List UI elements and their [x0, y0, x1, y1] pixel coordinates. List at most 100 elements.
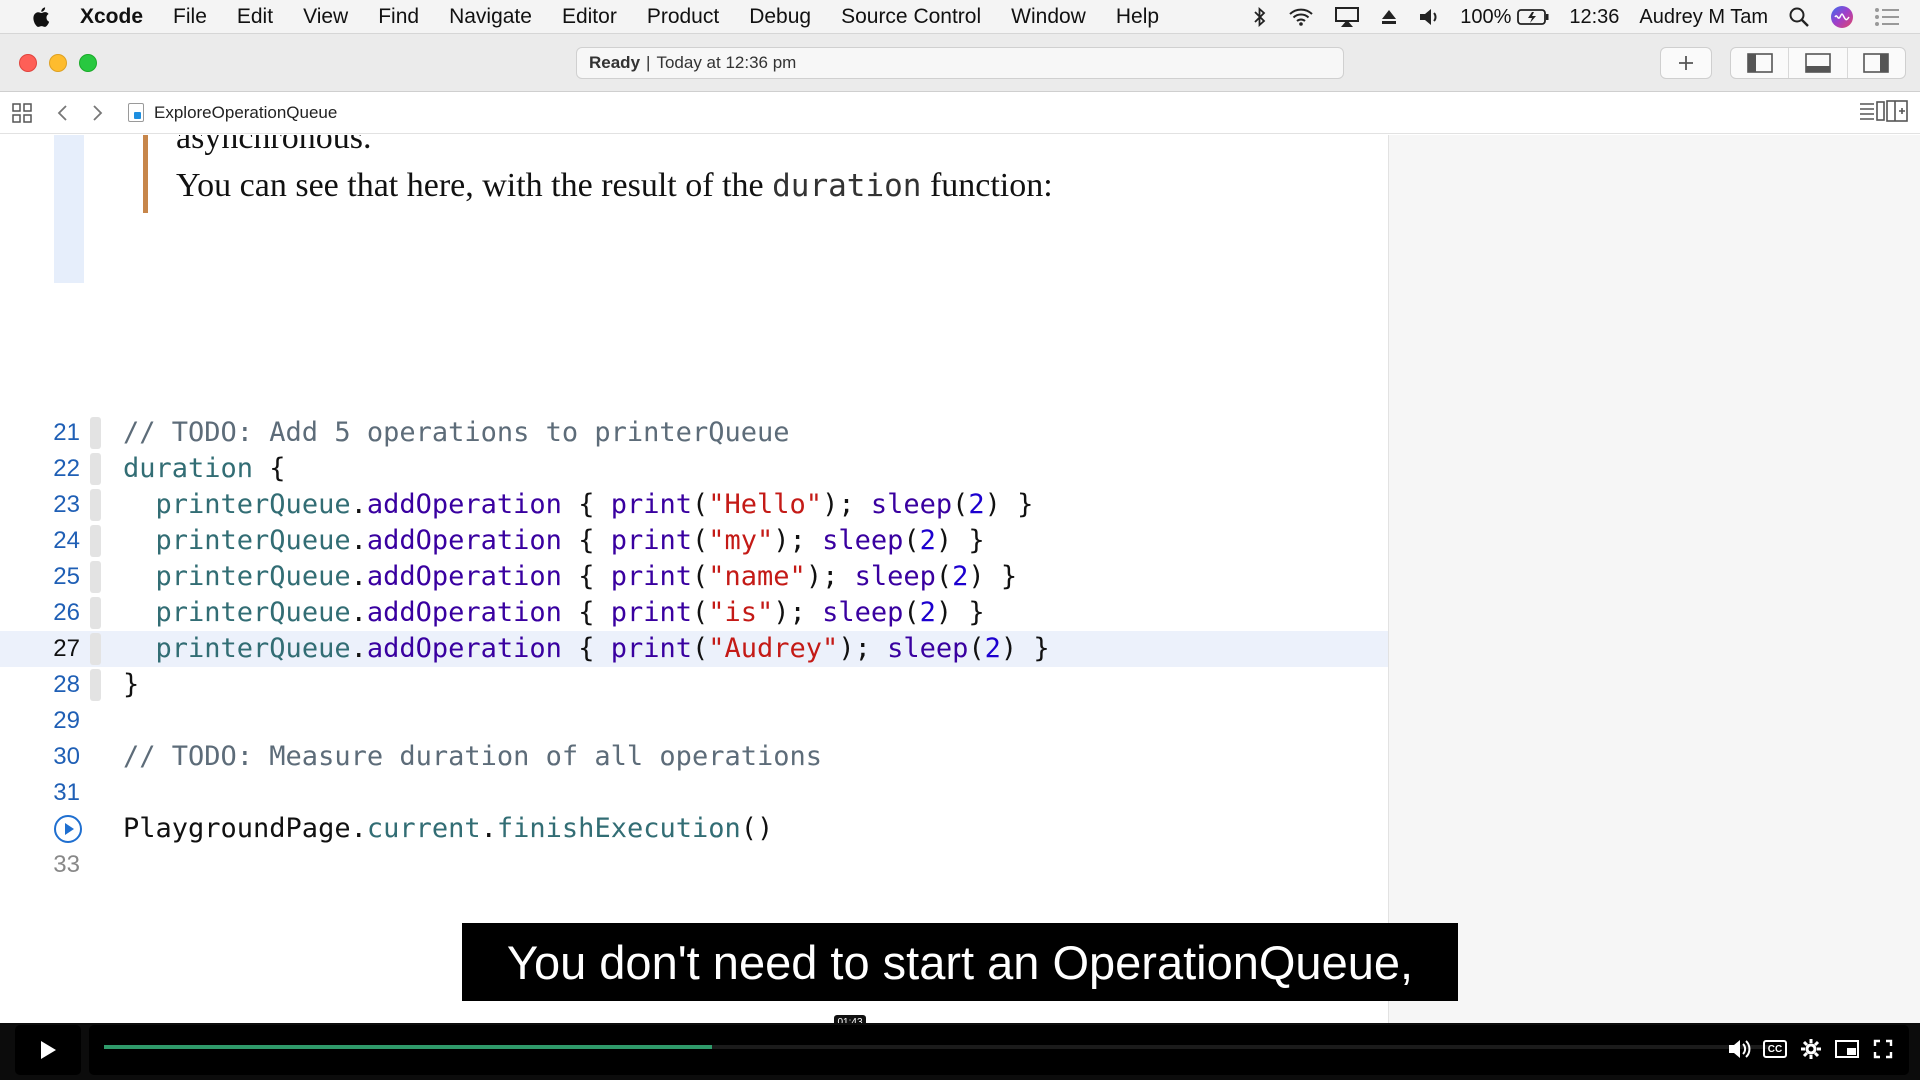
play-icon: [41, 1041, 56, 1059]
line-run-marker[interactable]: [90, 417, 101, 449]
apple-menu-icon[interactable]: [30, 5, 54, 29]
code-line-32: PlaygroundPage.current.finishExecution(): [0, 811, 1388, 847]
code-comment: // TODO: Measure duration of all operati…: [123, 741, 822, 772]
breadcrumb-filename[interactable]: ExploreOperationQueue: [154, 103, 337, 123]
video-player-controls: CC: [0, 1023, 1920, 1080]
line-run-marker[interactable]: [90, 489, 101, 521]
editor-options: [1858, 100, 1908, 122]
battery-icon[interactable]: [1517, 8, 1549, 26]
airplay-icon[interactable]: [1334, 6, 1360, 28]
code-line-23: 23 printerQueue.addOperation { print("He…: [0, 487, 1388, 523]
menu-bar-extras: 100% 12:36 Audrey M Tam: [1252, 0, 1920, 34]
menu-user-name[interactable]: Audrey M Tam: [1639, 6, 1768, 29]
zoom-window-button[interactable]: [79, 54, 97, 72]
markup-prose-cut: asynchronous.: [176, 135, 372, 156]
activity-viewer: Ready | Today at 12:36 pm: [576, 47, 1344, 79]
closed-captions-icon[interactable]: CC: [1763, 1040, 1787, 1058]
menu-app-name[interactable]: Xcode: [80, 5, 143, 29]
plus-icon: [1679, 56, 1693, 70]
status-separator: |: [646, 53, 651, 72]
code-line-25: 25 printerQueue.addOperation { print("na…: [0, 559, 1388, 595]
code-text: printerQueue.addOperation { print("Audre…: [155, 633, 1050, 664]
picture-in-picture-icon[interactable]: [1835, 1037, 1859, 1061]
line-number: 26: [53, 599, 80, 626]
line-number: 33: [53, 851, 80, 878]
related-items-grid-icon[interactable]: [12, 102, 32, 123]
menu-file[interactable]: File: [173, 5, 207, 29]
menu-clock[interactable]: 12:36: [1569, 6, 1619, 29]
minimize-window-button[interactable]: [49, 54, 67, 72]
left-panel-icon: [1746, 53, 1773, 73]
prose-text-after: function:: [921, 167, 1053, 204]
toggle-navigator-button[interactable]: [1731, 48, 1790, 78]
jump-bar: ExploreOperationQueue: [0, 92, 1920, 134]
player-right-controls: CC: [1715, 1037, 1895, 1061]
wifi-icon[interactable]: [1288, 7, 1314, 27]
right-panel-icon: [1863, 53, 1890, 73]
code-line-30: 30 // TODO: Measure duration of all oper…: [0, 739, 1388, 775]
editor-options-icon[interactable]: [1858, 100, 1886, 122]
eject-icon[interactable]: [1380, 8, 1398, 26]
volume-icon[interactable]: [1418, 7, 1440, 27]
video-progress-track[interactable]: CC: [89, 1025, 1909, 1075]
play-button[interactable]: [15, 1025, 81, 1075]
prose-text-before: You can see that here, with the result o…: [176, 167, 773, 204]
forward-chevron-icon[interactable]: [90, 103, 104, 123]
library-add-button[interactable]: [1660, 47, 1712, 79]
code-text: printerQueue.addOperation { print("is");…: [155, 597, 985, 628]
spotlight-search-icon[interactable]: [1788, 6, 1810, 28]
code-line-21: 21 // TODO: Add 5 operations to printerQ…: [0, 415, 1388, 451]
menu-view[interactable]: View: [303, 5, 348, 29]
line-number: 21: [53, 419, 80, 446]
menu-source-control[interactable]: Source Control: [841, 5, 981, 29]
line-number: 22: [53, 455, 80, 482]
toggle-debug-area-button[interactable]: [1789, 48, 1848, 78]
code-text: PlaygroundPage.current.finishExecution(): [123, 813, 774, 844]
bottom-panel-icon: [1805, 53, 1831, 73]
line-run-marker[interactable]: [90, 525, 101, 557]
line-number: 30: [53, 743, 80, 770]
markup-callout-bar: [143, 135, 148, 213]
line-number: 29: [53, 707, 80, 734]
notification-center-icon[interactable]: [1874, 7, 1900, 27]
close-window-button[interactable]: [19, 54, 37, 72]
battery-percent: 100%: [1460, 5, 1512, 28]
code-comment: // TODO: Add 5 operations to printerQueu…: [123, 417, 790, 448]
line-run-marker[interactable]: [90, 633, 101, 665]
run-playground-icon[interactable]: [53, 814, 83, 844]
menu-debug[interactable]: Debug: [749, 5, 811, 29]
menu-window[interactable]: Window: [1011, 5, 1086, 29]
menu-edit[interactable]: Edit: [237, 5, 273, 29]
line-run-marker[interactable]: [90, 597, 101, 629]
siri-icon[interactable]: [1830, 5, 1854, 29]
line-run-marker[interactable]: [90, 669, 101, 701]
source-editor[interactable]: asynchronous. You can see that here, wit…: [0, 135, 1388, 1023]
menu-bar: Xcode File Edit View Find Navigate Edito…: [0, 0, 1920, 34]
playground-file-icon: [128, 103, 144, 122]
progress-rail[interactable]: [104, 1045, 1770, 1049]
back-chevron-icon[interactable]: [56, 103, 70, 123]
window-toolbar: Ready | Today at 12:36 pm: [0, 34, 1920, 92]
panel-toggle-group: [1730, 47, 1906, 79]
code-line-24: 24 printerQueue.addOperation { print("my…: [0, 523, 1388, 559]
menu-product[interactable]: Product: [647, 5, 719, 29]
menu-editor[interactable]: Editor: [562, 5, 617, 29]
volume-icon[interactable]: [1727, 1037, 1751, 1061]
line-number: 25: [53, 563, 80, 590]
code-text: }: [123, 669, 140, 700]
code-line-33: 33: [0, 847, 1388, 883]
menu-find[interactable]: Find: [378, 5, 419, 29]
settings-gear-icon[interactable]: [1799, 1037, 1823, 1061]
code-line-31: 31: [0, 775, 1388, 811]
code-line-22: 22 duration {: [0, 451, 1388, 487]
bluetooth-icon[interactable]: [1252, 6, 1268, 28]
menu-help[interactable]: Help: [1116, 5, 1159, 29]
code-text: printerQueue.addOperation { print("name"…: [155, 561, 1018, 592]
line-run-marker[interactable]: [90, 453, 101, 485]
fullscreen-icon[interactable]: [1871, 1037, 1895, 1061]
line-number: 24: [53, 527, 80, 554]
line-run-marker[interactable]: [90, 561, 101, 593]
add-editor-icon[interactable]: [1886, 100, 1908, 122]
menu-navigate[interactable]: Navigate: [449, 5, 532, 29]
toggle-inspector-button[interactable]: [1848, 48, 1905, 78]
